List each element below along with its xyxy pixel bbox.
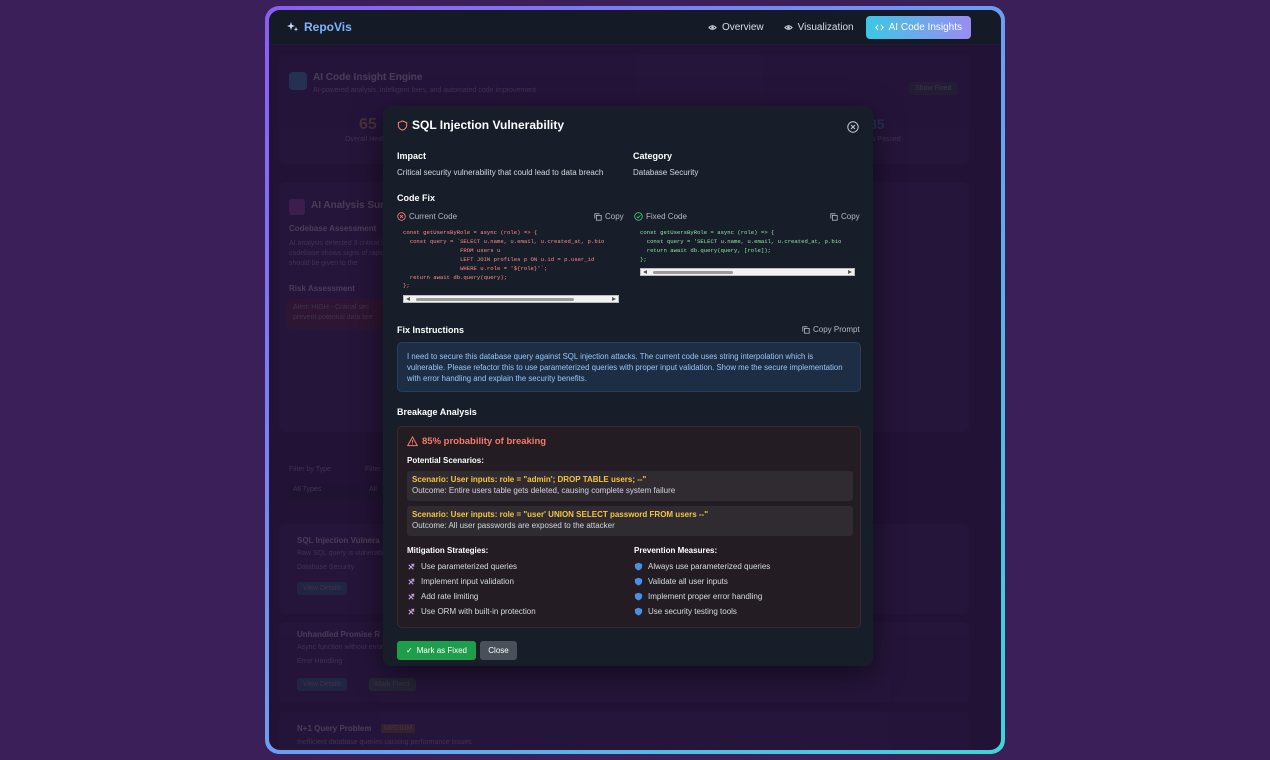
issue-detail-modal: SQL Injection Vulnerability Impact Criti… — [383, 106, 873, 666]
warning-icon — [407, 436, 418, 447]
tools-icon — [408, 593, 415, 600]
nav-overview[interactable]: Overview — [700, 17, 772, 38]
mitigation-text: Use ORM with built-in protection — [421, 607, 536, 616]
shield-icon — [634, 607, 643, 616]
modal-title-text: SQL Injection Vulnerability — [412, 118, 565, 132]
copy-current-button[interactable]: Copy — [594, 212, 624, 221]
shield-icon — [634, 562, 643, 571]
fix-instructions-box[interactable]: I need to secure this database query aga… — [397, 342, 861, 392]
code-icon — [874, 23, 884, 31]
main-nav: Overview Visualization AI Code Insights — [696, 15, 971, 39]
mitigation-item: Use parameterized queries — [407, 562, 517, 571]
breakage-probability-text: 85% probability of breaking — [422, 436, 547, 447]
fixed-code-scrollbar[interactable] — [640, 268, 855, 276]
prevention-text: Use security testing tools — [648, 607, 737, 616]
prevention-label: Prevention Measures: — [634, 546, 718, 555]
breakage-analysis-label: Breakage Analysis — [397, 407, 477, 417]
fixed-code-block[interactable]: const getUsersByRole = async (role) => {… — [640, 229, 855, 266]
check-icon: ✓ — [406, 646, 413, 655]
shield-icon — [634, 577, 643, 586]
breakage-probability: 85% probability of breaking — [407, 436, 546, 447]
mitigation-text: Add rate limiting — [421, 592, 479, 601]
scenario-outcome: Outcome: All user passwords are exposed … — [412, 521, 615, 530]
nav-visualization[interactable]: Visualization — [776, 17, 862, 38]
prevention-text: Validate all user inputs — [648, 577, 728, 586]
copy-current-label: Copy — [605, 212, 624, 221]
tools-icon — [408, 608, 415, 615]
copy-icon — [594, 212, 602, 221]
category-value: Database Security — [633, 168, 699, 177]
scenario-title: Scenario: User inputs: role = "admin'; D… — [412, 475, 647, 484]
nav-visualization-label: Visualization — [797, 21, 854, 33]
mitigation-item: Implement input validation — [407, 577, 514, 586]
scroll-thumb[interactable] — [653, 271, 733, 274]
scroll-right-arrow[interactable] — [848, 270, 852, 274]
scroll-left-arrow[interactable] — [643, 270, 647, 274]
eye-icon — [708, 24, 717, 30]
tools-icon — [408, 578, 415, 585]
nav-overview-label: Overview — [721, 21, 764, 33]
scroll-thumb[interactable] — [416, 298, 574, 301]
nav-ai-code-insights[interactable]: AI Code Insights — [865, 15, 971, 39]
x-circle-icon — [397, 212, 406, 221]
scenario-title: Scenario: User inputs: role = "user' UNI… — [412, 510, 708, 519]
copy-icon — [802, 325, 810, 334]
mitigation-text: Use parameterized queries — [421, 562, 518, 571]
potential-scenarios-label: Potential Scenarios: — [407, 456, 484, 465]
mitigation-item: Add rate limiting — [407, 592, 478, 601]
breakage-analysis-box: 85% probability of breaking Potential Sc… — [397, 426, 861, 628]
current-code-label: Current Code — [409, 212, 458, 221]
copy-fixed-label: Copy — [841, 212, 860, 221]
scroll-right-arrow[interactable] — [612, 297, 616, 301]
close-button[interactable]: Close — [480, 641, 517, 660]
copy-prompt-label: Copy Prompt — [813, 325, 860, 334]
mitigation-item: Use ORM with built-in protection — [407, 607, 536, 616]
logo-text: RepoVis — [304, 20, 352, 34]
prevention-item: Always use parameterized queries — [634, 562, 770, 571]
sparkles-icon — [287, 22, 299, 32]
prevention-text: Always use parameterized queries — [648, 562, 771, 571]
mitigation-label: Mitigation Strategies: — [407, 546, 489, 555]
fixed-code-header: Fixed Code — [634, 212, 687, 221]
eye-icon — [783, 24, 793, 30]
scenario-item: Scenario: User inputs: role = "admin'; D… — [407, 471, 853, 501]
logo[interactable]: RepoVis — [287, 20, 352, 34]
mark-as-fixed-label: Mark as Fixed — [416, 646, 467, 655]
current-code-scrollbar[interactable] — [403, 295, 619, 303]
copy-icon — [830, 212, 838, 221]
shield-icon — [634, 592, 643, 601]
prevention-text: Implement proper error handling — [648, 592, 763, 601]
modal-title: SQL Injection Vulnerability — [397, 118, 564, 132]
top-nav-bar: RepoVis Overview Visualization AI Code I… — [269, 10, 1001, 45]
mark-as-fixed-button[interactable]: ✓ Mark as Fixed — [397, 641, 476, 660]
close-icon[interactable] — [847, 120, 859, 138]
fixed-code-label: Fixed Code — [646, 212, 687, 221]
app-frame: RepoVis Overview Visualization AI Code I… — [265, 6, 1005, 754]
check-circle-icon — [634, 212, 643, 221]
impact-value: Critical security vulnerability that cou… — [397, 168, 604, 177]
mitigation-text: Implement input validation — [421, 577, 514, 586]
fix-instructions-label: Fix Instructions — [397, 325, 465, 335]
copy-prompt-button[interactable]: Copy Prompt — [802, 325, 860, 334]
copy-fixed-button[interactable]: Copy — [830, 212, 860, 221]
category-label: Category — [633, 151, 673, 161]
code-fix-label: Code Fix — [397, 193, 436, 203]
scenario-item: Scenario: User inputs: role = "user' UNI… — [407, 506, 853, 536]
impact-label: Impact — [397, 151, 427, 161]
prevention-item: Use security testing tools — [634, 607, 737, 616]
scenario-outcome: Outcome: Entire users table gets deleted… — [412, 486, 676, 495]
prevention-item: Implement proper error handling — [634, 592, 762, 601]
current-code-header: Current Code — [397, 212, 457, 221]
tools-icon — [408, 563, 415, 570]
app-window: RepoVis Overview Visualization AI Code I… — [269, 10, 1001, 750]
scroll-left-arrow[interactable] — [406, 297, 410, 301]
current-code-block[interactable]: const getUsersByRole = async (role) => {… — [403, 229, 619, 293]
prevention-item: Validate all user inputs — [634, 577, 728, 586]
shield-icon — [397, 119, 408, 131]
nav-ai-code-insights-label: AI Code Insights — [888, 21, 962, 33]
